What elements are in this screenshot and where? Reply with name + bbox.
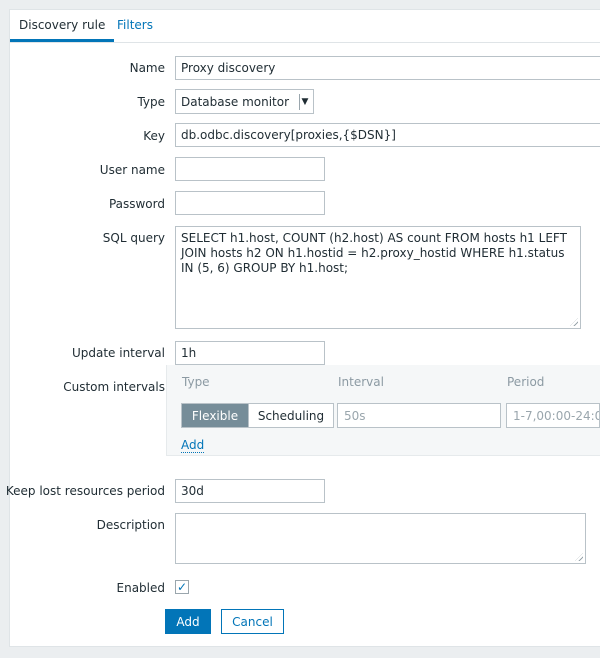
sql-query-text: SELECT h1.host, COUNT (h2.host) AS count… bbox=[181, 231, 567, 275]
key-input[interactable]: db.odbc.discovery[proxies,{$DSN}] bbox=[175, 123, 600, 147]
name-label: Name bbox=[129, 61, 165, 75]
scheduling-option[interactable]: Scheduling bbox=[248, 404, 333, 427]
sql-query-label: SQL query bbox=[102, 231, 165, 245]
flexible-option[interactable]: Flexible bbox=[182, 404, 248, 427]
description-label: Description bbox=[96, 518, 165, 532]
col-interval-header: Interval bbox=[338, 375, 384, 389]
add-button[interactable]: Add bbox=[165, 609, 211, 634]
custom-intervals-label: Custom intervals bbox=[63, 380, 165, 394]
update-interval-input[interactable]: 1h bbox=[175, 341, 325, 365]
keep-lost-input[interactable]: 30d bbox=[175, 479, 325, 503]
key-label: Key bbox=[143, 129, 165, 143]
tab-discovery-rule[interactable]: Discovery rule bbox=[10, 17, 115, 42]
keep-lost-label: Keep lost resources period bbox=[5, 484, 165, 498]
description-textarea[interactable] bbox=[175, 513, 586, 564]
period-input[interactable]: 1-7,00:00-24:00 bbox=[506, 403, 600, 428]
password-input[interactable] bbox=[175, 191, 325, 215]
username-label: User name bbox=[99, 163, 165, 177]
resize-grip-icon[interactable] bbox=[575, 553, 583, 561]
enabled-label: Enabled bbox=[116, 581, 166, 595]
update-interval-label: Update interval bbox=[71, 346, 165, 360]
type-select-value: Database monitor bbox=[181, 94, 290, 109]
col-type-header: Type bbox=[182, 375, 210, 389]
tab-filters[interactable]: Filters bbox=[117, 17, 153, 41]
sql-query-textarea[interactable]: SELECT h1.host, COUNT (h2.host) AS count… bbox=[175, 226, 581, 329]
interval-input[interactable]: 50s bbox=[337, 403, 501, 428]
add-interval-link[interactable]: Add bbox=[181, 438, 205, 453]
resize-grip-icon[interactable] bbox=[570, 318, 578, 326]
dropdown-arrow-icon: ▼ bbox=[299, 94, 310, 110]
interval-type-toggle: Flexible Scheduling bbox=[181, 403, 334, 428]
enabled-checkbox[interactable]: ✓ bbox=[175, 580, 189, 594]
tab-bar: Discovery rule Filters bbox=[10, 10, 600, 43]
password-label: Password bbox=[108, 197, 165, 211]
col-period-header: Period bbox=[507, 375, 545, 389]
checkmark-icon: ✓ bbox=[176, 580, 188, 594]
username-input[interactable] bbox=[175, 157, 325, 181]
type-label: Type bbox=[137, 95, 165, 109]
cancel-button[interactable]: Cancel bbox=[221, 609, 284, 634]
name-input[interactable]: Proxy discovery bbox=[175, 56, 600, 80]
type-select[interactable]: Database monitor ▼ bbox=[175, 89, 314, 114]
